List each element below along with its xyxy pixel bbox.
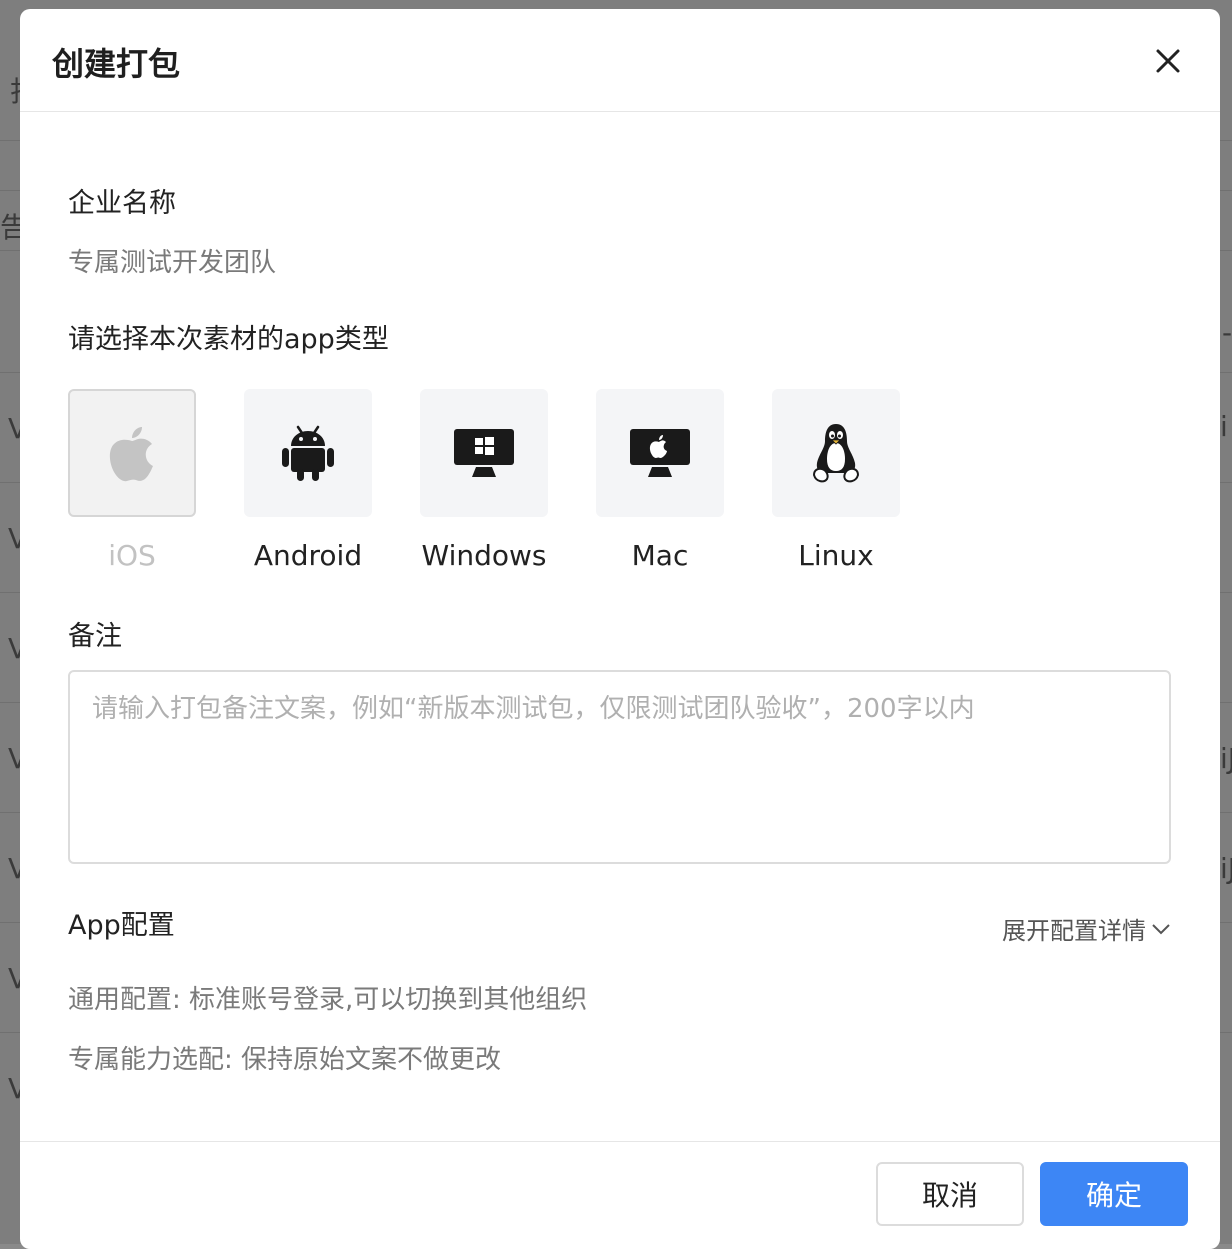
mac-monitor-icon (630, 429, 690, 477)
chevron-down-icon (1152, 923, 1170, 934)
app-type-windows[interactable]: Windows (420, 389, 548, 572)
bg-text: i (1220, 410, 1228, 443)
windows-monitor-icon (454, 429, 514, 477)
app-config-label: App配置 (68, 910, 175, 941)
bg-text: iJ (1220, 852, 1232, 885)
cancel-button[interactable]: 取消 (876, 1162, 1024, 1226)
app-tile-android (244, 389, 372, 517)
expand-config-label: 展开配置详情 (1002, 917, 1146, 945)
dialog-footer: 取消 确定 (20, 1141, 1220, 1249)
close-icon[interactable] (1152, 45, 1184, 77)
app-type-mac[interactable]: Mac (596, 389, 724, 572)
dialog-header: 创建打包 (20, 9, 1220, 112)
app-type-ios[interactable]: iOS (68, 389, 196, 572)
app-name-android: Android (253, 539, 363, 572)
app-tile-linux (772, 389, 900, 517)
bg-text: - (1222, 316, 1232, 349)
app-type-label: 请选择本次素材的app类型 (68, 324, 389, 355)
company-name-value: 专属测试开发团队 (68, 248, 277, 278)
app-tile-mac (596, 389, 724, 517)
expand-config-link[interactable]: 展开配置详情 (1002, 911, 1172, 946)
remark-textarea[interactable] (68, 670, 1171, 864)
app-name-ios: iOS (108, 539, 156, 572)
app-type-android[interactable]: Android (244, 389, 372, 572)
apple-icon (109, 427, 153, 482)
android-icon (282, 425, 334, 481)
create-package-dialog: 创建打包 企业名称 专属测试开发团队 请选择本次素材的app类型 iOS And… (20, 9, 1220, 1249)
app-tile-windows (420, 389, 548, 517)
app-name-mac: Mac (631, 539, 689, 572)
app-name-windows: Windows (421, 539, 547, 572)
app-tile-ios (68, 389, 196, 517)
linux-tux-icon (812, 424, 860, 483)
bg-text: iJ (1220, 742, 1232, 775)
app-name-linux: Linux (798, 539, 874, 572)
app-type-selector: iOS Android Windows Mac Linux (68, 389, 928, 589)
general-config-text: 通用配置: 标准账号登录,可以切换到其他组织 (68, 985, 588, 1015)
confirm-button[interactable]: 确定 (1040, 1162, 1188, 1226)
dialog-title: 创建打包 (52, 45, 181, 83)
remark-label: 备注 (68, 621, 122, 652)
company-name-label: 企业名称 (68, 188, 176, 219)
exclusive-config-text: 专属能力选配: 保持原始文案不做更改 (68, 1045, 502, 1075)
app-type-linux[interactable]: Linux (772, 389, 900, 572)
